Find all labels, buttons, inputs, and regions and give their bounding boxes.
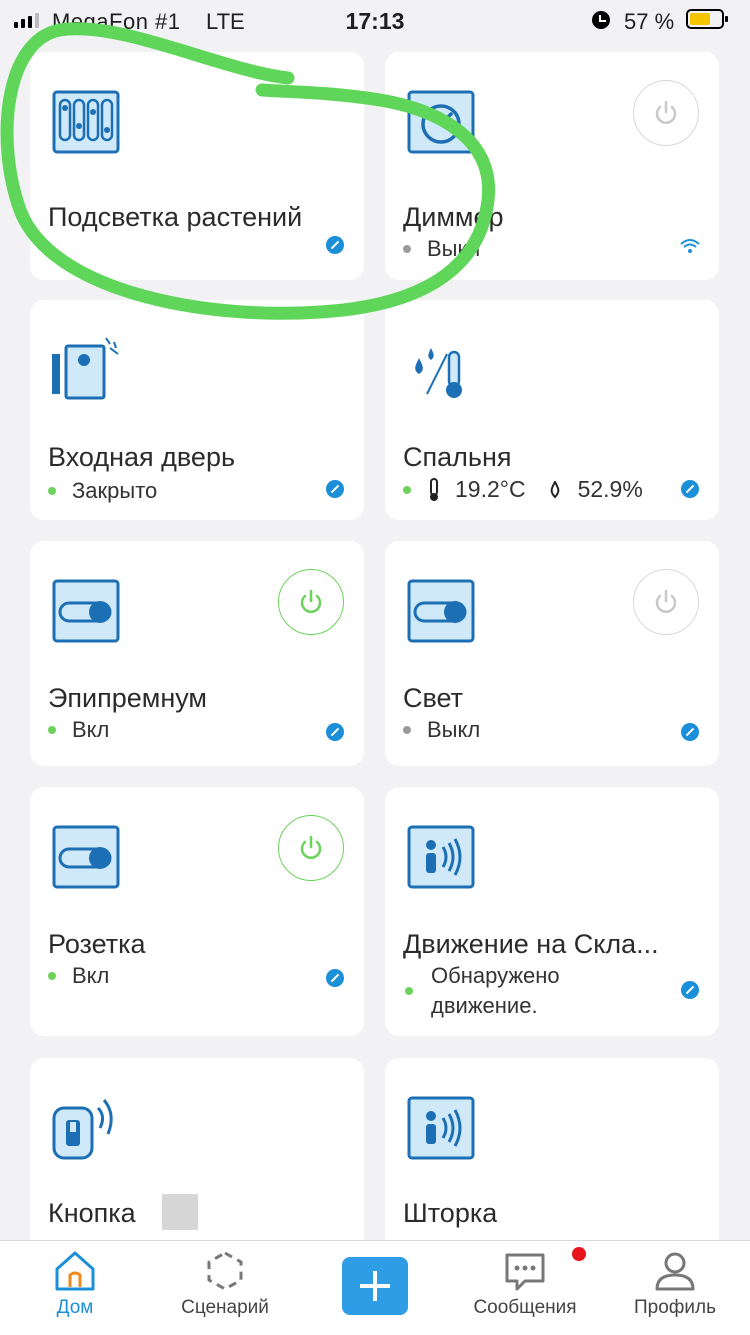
power-icon [300,589,322,613]
device-title: Движение на Скла... [403,929,659,959]
device-card-plant-light[interactable]: Подсветка растений [30,52,364,280]
humidity-value: 52.9% [577,476,643,502]
device-title: Свет [403,683,464,713]
device-status-line-2: движение. [431,993,538,1018]
tab-label: Сообщения [473,1297,577,1318]
device-card-socket[interactable]: Розетка Вкл [30,787,364,1036]
zwave-icon [681,723,699,741]
device-status: Вкл [72,963,110,988]
notification-badge [572,1247,586,1261]
dimmer-icon [407,90,475,154]
device-title: Розетка [48,929,146,959]
device-title: Кнопка [48,1198,136,1228]
zwave-icon [681,480,699,498]
home-icon [55,1251,95,1291]
profile-icon [655,1252,695,1291]
zwave-icon [326,480,344,498]
zwave-icon [326,723,344,741]
tab-label: Профиль [633,1297,717,1318]
device-card-epipremnum[interactable]: Эпипремнум Вкл [30,541,364,766]
tab-label: Дом [56,1297,94,1318]
device-status-line-1: Обнаружено [431,963,560,988]
status-dot [403,485,411,494]
device-title: Диммер [403,202,504,232]
device-title: Подсветка растений [48,202,303,232]
device-status: Вкл [72,717,110,742]
remote-button-icon [52,1099,113,1160]
led-strip-icon [52,90,120,154]
device-title: Спальня [403,442,512,472]
motion-sensor-icon [407,825,475,889]
switch-icon [52,579,120,643]
power-toggle-button[interactable] [278,569,344,635]
device-card-bedroom[interactable]: Спальня 19.2°C 52.9% [385,300,719,520]
tab-label: Сценарий [181,1297,269,1318]
device-status: Выкл [427,236,481,261]
status-dot [48,487,56,495]
device-card-curtain[interactable]: Шторка [385,1058,719,1258]
power-icon [300,835,322,859]
zwave-icon [681,981,699,999]
power-icon [655,589,677,613]
device-title: Входная дверь [48,442,236,472]
climate-sensor-icon [415,348,462,398]
status-dot [405,987,413,995]
zwave-icon [326,236,344,254]
tab-profile[interactable]: Профиль [605,1249,745,1319]
device-card-button[interactable]: Кнопка [30,1058,364,1258]
power-toggle-button[interactable] [633,80,699,146]
device-card-motion-warehouse[interactable]: Движение на Скла... Обнаружено движение. [385,787,719,1036]
status-dot [403,726,411,734]
add-device-button[interactable] [342,1257,408,1315]
device-card-front-door[interactable]: Входная дверь Закрыто [30,300,364,520]
device-status: Закрыто [72,478,158,503]
device-card-light[interactable]: Свет Выкл [385,541,719,766]
device-status: Выкл [427,717,481,742]
scenario-icon [207,1251,243,1291]
tab-scenario[interactable]: Сценарий [155,1249,295,1319]
tab-home[interactable]: Дом [5,1249,145,1319]
door-sensor-icon [52,337,119,400]
temperature-value: 19.2°C [455,476,526,502]
motion-sensor-icon [407,1096,475,1160]
power-toggle-button[interactable] [633,569,699,635]
redacted-block [162,1194,198,1230]
switch-icon [52,825,120,889]
wifi-icon [680,239,700,253]
device-title: Эпипремнум [48,683,207,713]
device-title: Шторка [403,1198,498,1228]
humidity-icon [550,480,559,498]
bottom-tab-bar: Дом Сценарий Сообщения Профиль [0,1240,750,1335]
status-dot [48,726,56,734]
power-toggle-button[interactable] [278,815,344,881]
device-grid: Подсветка растений Диммер Выкл Входная д… [0,0,750,1258]
power-icon [655,100,677,124]
status-dot [48,972,56,980]
zwave-icon [326,969,344,987]
status-dot [403,245,411,253]
thermometer-icon [430,477,438,501]
device-card-dimmer[interactable]: Диммер Выкл [385,52,719,280]
messages-icon [505,1253,545,1291]
switch-icon [407,579,475,643]
